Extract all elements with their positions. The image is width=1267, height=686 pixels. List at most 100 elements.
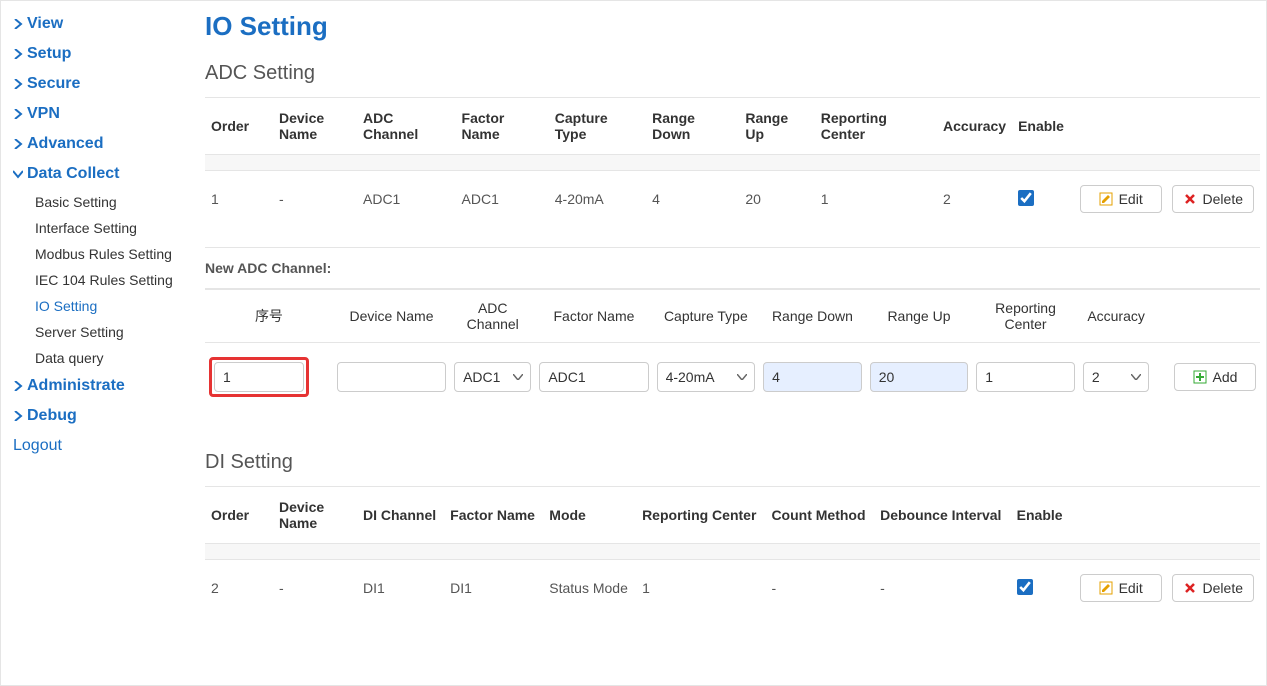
- adc-table-row: 1 - ADC1 ADC1 4-20mA 4 20 1 2 Edit: [205, 171, 1260, 228]
- fth-range-down: Range Down: [759, 290, 866, 343]
- nav-item-setup[interactable]: Setup: [9, 39, 197, 69]
- di-edit-button[interactable]: Edit: [1080, 574, 1162, 602]
- cell-order: 1: [205, 171, 273, 228]
- delete-icon: [1183, 192, 1197, 206]
- nav-item-secure[interactable]: Secure: [9, 69, 197, 99]
- di-delete-button[interactable]: Delete: [1172, 574, 1254, 602]
- delete-label: Delete: [1203, 191, 1243, 207]
- di-table-row: 2 - DI1 DI1 Status Mode 1 - - Edit: [205, 560, 1260, 617]
- logout-link[interactable]: Logout: [9, 431, 197, 461]
- chevron-right-icon: [9, 411, 27, 421]
- cell-device-name: -: [273, 171, 357, 228]
- cell-range-down: 4: [646, 171, 739, 228]
- chevron-right-icon: [9, 381, 27, 391]
- th-adc-channel: ADC Channel: [357, 98, 456, 155]
- dth-di-channel: DI Channel: [357, 487, 444, 544]
- dth-device-name: Device Name: [273, 487, 357, 544]
- nav-item-view[interactable]: View: [9, 9, 197, 39]
- dth-debounce-interval: Debounce Interval: [874, 487, 1011, 544]
- accuracy-select[interactable]: [1083, 362, 1150, 392]
- fth-order: 序号: [205, 290, 333, 343]
- delete-button[interactable]: Delete: [1172, 185, 1254, 213]
- cell-reporting-center: 1: [815, 171, 937, 228]
- adc-table: Order Device Name ADC Channel Factor Nam…: [205, 97, 1260, 227]
- add-button[interactable]: Add: [1174, 363, 1256, 391]
- dcell-factor-name: DI1: [444, 560, 543, 617]
- fth-reporting-center: Reporting Center: [972, 290, 1079, 343]
- cell-enable: [1012, 171, 1070, 228]
- dcell-count-method: -: [765, 560, 874, 617]
- chevron-right-icon: [9, 139, 27, 149]
- nav-sub-data-collect: Basic Setting Interface Setting Modbus R…: [9, 189, 197, 371]
- di-enable-checkbox[interactable]: [1017, 579, 1033, 595]
- order-highlight: [209, 357, 309, 397]
- nav-item-data-collect[interactable]: Data Collect: [9, 159, 197, 189]
- dcell-mode: Status Mode: [543, 560, 636, 617]
- nav-sub-interface-setting[interactable]: Interface Setting: [35, 215, 197, 241]
- dcell-di-channel: DI1: [357, 560, 444, 617]
- nav-label: View: [27, 15, 63, 33]
- dth-mode: Mode: [543, 487, 636, 544]
- fth-factor-name: Factor Name: [535, 290, 652, 343]
- new-adc-form: 序号 Device Name ADC Channel Factor Name C…: [205, 289, 1260, 411]
- capture-type-select[interactable]: [657, 362, 756, 392]
- chevron-right-icon: [9, 109, 27, 119]
- nav-item-advanced[interactable]: Advanced: [9, 129, 197, 159]
- edit-icon: [1099, 192, 1113, 206]
- dcell-device-name: -: [273, 560, 357, 617]
- range-up-input[interactable]: [870, 362, 969, 392]
- delete-icon: [1183, 581, 1197, 595]
- nav-sub-basic-setting[interactable]: Basic Setting: [35, 189, 197, 215]
- nav-label: Advanced: [27, 135, 103, 153]
- fth-accuracy: Accuracy: [1079, 290, 1154, 343]
- cell-capture-type: 4-20mA: [549, 171, 646, 228]
- fth-capture-type: Capture Type: [653, 290, 760, 343]
- dth-enable: Enable: [1011, 487, 1070, 544]
- di-section-title: DI Setting: [205, 451, 1260, 474]
- chevron-right-icon: [9, 79, 27, 89]
- nav-item-vpn[interactable]: VPN: [9, 99, 197, 129]
- delete-label: Delete: [1203, 580, 1243, 596]
- th-accuracy: Accuracy: [937, 98, 1012, 155]
- nav-label: Data Collect: [27, 165, 119, 183]
- nav-sub-modbus-rules-setting[interactable]: Modbus Rules Setting: [35, 241, 197, 267]
- nav-label: Debug: [27, 407, 77, 425]
- nav-sub-io-setting[interactable]: IO Setting: [35, 293, 197, 319]
- reporting-center-input[interactable]: [976, 362, 1075, 392]
- nav-sub-iec104-rules-setting[interactable]: IEC 104 Rules Setting: [35, 267, 197, 293]
- cell-range-up: 20: [739, 171, 814, 228]
- nav-item-debug[interactable]: Debug: [9, 401, 197, 431]
- fth-range-up: Range Up: [866, 290, 973, 343]
- order-input[interactable]: [214, 362, 304, 392]
- dth-factor-name: Factor Name: [444, 487, 543, 544]
- chevron-down-icon: [9, 169, 27, 179]
- di-table: Order Device Name DI Channel Factor Name…: [205, 486, 1260, 616]
- dth-order: Order: [205, 487, 273, 544]
- fth-adc-channel: ADC Channel: [450, 290, 535, 343]
- th-device-name: Device Name: [273, 98, 357, 155]
- dcell-reporting-center: 1: [636, 560, 765, 617]
- th-enable: Enable: [1012, 98, 1070, 155]
- dcell-order: 2: [205, 560, 273, 617]
- th-range-down: Range Down: [646, 98, 739, 155]
- nav-item-administrate[interactable]: Administrate: [9, 371, 197, 401]
- add-label: Add: [1213, 369, 1238, 385]
- new-adc-title: New ADC Channel:: [205, 247, 1260, 289]
- enable-checkbox[interactable]: [1018, 190, 1034, 206]
- fth-device-name: Device Name: [333, 290, 450, 343]
- chevron-right-icon: [9, 19, 27, 29]
- range-down-input[interactable]: [763, 362, 862, 392]
- edit-icon: [1099, 581, 1113, 595]
- edit-button[interactable]: Edit: [1080, 185, 1162, 213]
- factor-name-input[interactable]: [539, 362, 648, 392]
- adc-channel-select[interactable]: [454, 362, 531, 392]
- edit-label: Edit: [1119, 580, 1143, 596]
- device-name-input[interactable]: [337, 362, 446, 392]
- nav-label: Secure: [27, 75, 80, 93]
- nav-sub-data-query[interactable]: Data query: [35, 345, 197, 371]
- adc-section-title: ADC Setting: [205, 62, 1260, 85]
- cell-accuracy: 2: [937, 171, 1012, 228]
- dth-count-method: Count Method: [765, 487, 874, 544]
- nav-sub-server-setting[interactable]: Server Setting: [35, 319, 197, 345]
- sidebar: View Setup Secure VPN Advanced Data Coll…: [1, 1, 197, 685]
